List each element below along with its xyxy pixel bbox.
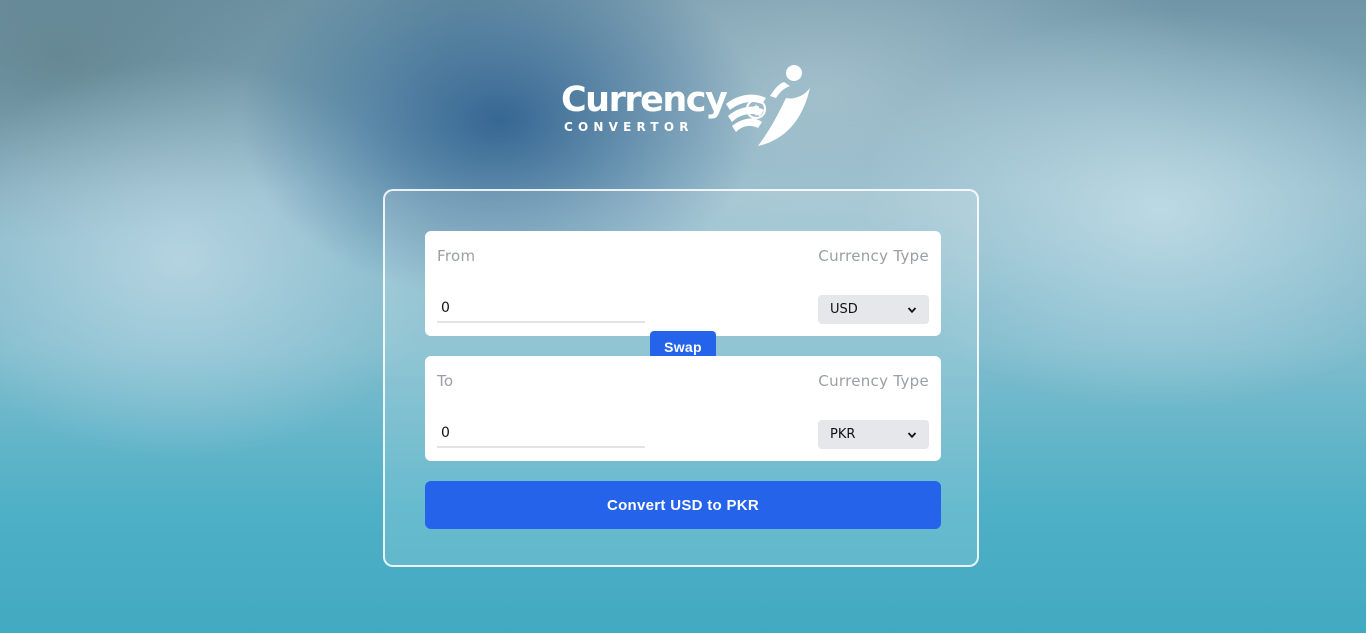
from-currency-value: USD (830, 302, 858, 317)
to-amount-input[interactable] (437, 420, 645, 448)
money-person-icon: $ (726, 65, 810, 146)
to-label: To (437, 372, 454, 390)
from-panel: From Currency Type USD (425, 231, 941, 336)
to-panel: To Currency Type PKR (425, 356, 941, 461)
convert-button[interactable]: Convert USD to PKR (425, 481, 941, 529)
from-amount-input[interactable] (437, 295, 645, 323)
logo-title: Currency (561, 80, 728, 120)
chevron-down-icon (907, 431, 917, 438)
to-currency-type-label: Currency Type (818, 372, 929, 390)
chevron-down-icon (907, 306, 917, 313)
from-currency-type-label: Currency Type (818, 247, 929, 265)
svg-text:$: $ (752, 103, 760, 117)
from-label: From (437, 247, 476, 265)
logo: Currency CONVERTOR $ (560, 64, 814, 150)
from-currency-select[interactable]: USD (818, 295, 929, 324)
logo-subtitle: CONVERTOR (564, 120, 694, 134)
to-currency-value: PKR (830, 427, 856, 442)
to-currency-select[interactable]: PKR (818, 420, 929, 449)
